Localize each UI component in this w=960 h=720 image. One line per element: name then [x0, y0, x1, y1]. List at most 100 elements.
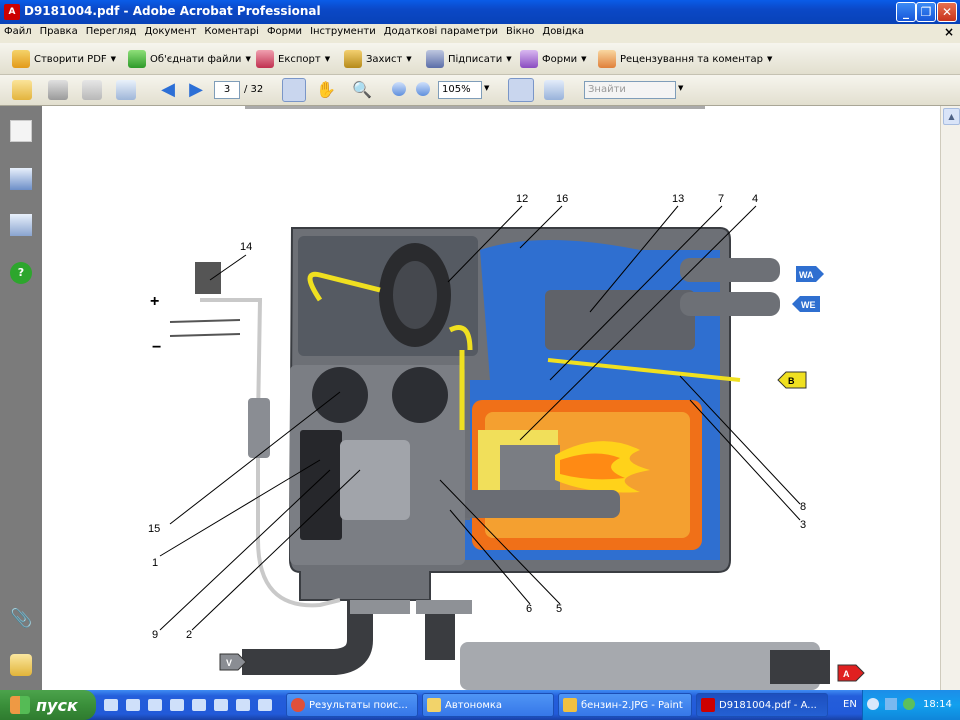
sign-button[interactable]: Підписати ▼: [426, 49, 512, 69]
open-folder-icon[interactable]: [12, 80, 32, 100]
quicklaunch-icon-6[interactable]: [214, 699, 228, 711]
paint-icon: [563, 698, 577, 712]
zoom-dropdown-icon[interactable]: ▼: [484, 84, 489, 92]
secure-button[interactable]: Захист ▼: [344, 49, 412, 69]
fit-width-icon[interactable]: [508, 78, 534, 102]
document-view[interactable]: 12 16 13 7 4 14 15 1 9 2 6 5 8 3 + − WA …: [42, 106, 940, 690]
taskbar: пуск Результаты поис... Автономка бензин…: [0, 690, 960, 720]
system-tray: EN 18:14: [843, 690, 960, 720]
acrobat-app-icon[interactable]: A: [4, 4, 20, 20]
bookmarks-icon[interactable]: [10, 168, 32, 190]
callout-16: 16: [556, 193, 568, 205]
clock[interactable]: 18:14: [923, 699, 952, 710]
comments-icon[interactable]: [10, 654, 32, 676]
tag-b: B: [777, 371, 807, 389]
quicklaunch-icon-4[interactable]: [170, 699, 184, 711]
combine-files-button[interactable]: Об'єднати файли ▼: [128, 49, 251, 69]
taskbar-item-search-results[interactable]: Результаты поис...: [286, 693, 418, 717]
network-icon[interactable]: [885, 698, 897, 710]
intake-hose: [242, 600, 373, 675]
heater-diagram: 12 16 13 7 4 14 15 1 9 2 6 5 8 3 + − WA …: [148, 106, 865, 690]
quicklaunch-icon-8[interactable]: [258, 699, 272, 711]
restore-button[interactable]: ❐: [916, 2, 936, 22]
save-icon[interactable]: [82, 80, 102, 100]
taskbar-item-avtonomka[interactable]: Автономка: [422, 693, 554, 717]
next-page-icon[interactable]: ▶: [186, 80, 206, 100]
combine-icon: [128, 50, 146, 68]
menu-help[interactable]: Довідка: [538, 24, 588, 39]
tag-wa: WA: [796, 266, 824, 282]
fit-page-icon[interactable]: [544, 80, 564, 100]
windows-logo-icon: [10, 696, 30, 714]
callout-3: 3: [800, 519, 806, 531]
water-inlet-pipe: [680, 292, 780, 316]
combustion-air-fan: [312, 367, 368, 423]
opera-icon: [291, 698, 305, 712]
forms-icon: [520, 50, 538, 68]
signatures-icon[interactable]: [10, 214, 32, 236]
title-bar: A D9181004.pdf - Adobe Acrobat Professio…: [0, 0, 960, 24]
lock-icon: [344, 50, 362, 68]
zoom-tool-icon[interactable]: 🔍: [352, 80, 372, 100]
create-pdf-button[interactable]: Створити PDF ▼: [12, 49, 116, 69]
svg-text:A: A: [843, 669, 850, 679]
forms-button[interactable]: Форми ▼: [520, 49, 587, 69]
svg-text:B: B: [788, 376, 795, 386]
menu-comments[interactable]: Коментарі: [200, 24, 263, 39]
tray-expand-icon[interactable]: [867, 698, 879, 710]
quicklaunch-icon-5[interactable]: [192, 699, 206, 711]
document-close-icon[interactable]: ×: [944, 25, 954, 39]
page-number-input[interactable]: 3: [214, 81, 240, 99]
quicklaunch-icon-7[interactable]: [236, 699, 250, 711]
language-indicator[interactable]: EN: [843, 699, 857, 710]
scroll-up-icon[interactable]: ▲: [943, 108, 960, 125]
callout-13: 13: [672, 193, 684, 205]
menu-document[interactable]: Документ: [140, 24, 200, 39]
fuel-pump-body: [340, 440, 410, 520]
acrobat-icon: [701, 698, 715, 712]
create-pdf-icon: [12, 50, 30, 68]
menu-window[interactable]: Вікно: [502, 24, 538, 39]
callout-4: 4: [752, 193, 758, 205]
zoom-level-input[interactable]: 105%: [438, 81, 482, 99]
menu-advanced[interactable]: Додаткові параметри: [380, 24, 502, 39]
attachments-icon[interactable]: 📎: [10, 608, 32, 630]
quicklaunch-icon-2[interactable]: [126, 699, 140, 711]
find-input[interactable]: Знайти: [584, 81, 676, 99]
navigation-toolbar: ◀ ▶ 3 / 32 ✋ 🔍 105% ▼ Знайти ▼: [0, 75, 960, 106]
pages-icon[interactable]: [10, 120, 32, 142]
select-tool-icon[interactable]: [282, 78, 306, 102]
page-total: / 32: [244, 84, 264, 95]
vertical-scrollbar[interactable]: ▲: [940, 106, 960, 690]
zoom-in-icon[interactable]: [416, 82, 430, 96]
menu-tools[interactable]: Інструменти: [306, 24, 380, 39]
security-icon[interactable]: [903, 698, 915, 710]
start-button[interactable]: пуск: [0, 690, 96, 720]
quicklaunch-icon-1[interactable]: [104, 699, 118, 711]
export-button[interactable]: Експорт ▼: [256, 49, 330, 69]
menu-view[interactable]: Перегляд: [82, 24, 141, 39]
email-icon[interactable]: [116, 80, 136, 100]
quicklaunch-icon-3[interactable]: [148, 699, 162, 711]
hand-tool-icon[interactable]: ✋: [316, 80, 336, 100]
find-dropdown-icon[interactable]: ▼: [678, 84, 683, 92]
review-comment-button[interactable]: Рецензування та коментар ▼: [598, 49, 772, 69]
callout-8: 8: [800, 501, 806, 513]
menu-file[interactable]: Файл: [0, 24, 36, 39]
menu-forms[interactable]: Форми: [263, 24, 306, 39]
plus-terminal-label: +: [150, 293, 159, 310]
taskbar-item-acrobat[interactable]: D9181004.pdf - A...: [696, 693, 828, 717]
previous-page-icon[interactable]: ◀: [158, 80, 178, 100]
taskbar-item-paint[interactable]: бензин-2.JPG - Paint: [558, 693, 692, 717]
close-button[interactable]: ✕: [937, 2, 957, 22]
menu-edit[interactable]: Правка: [36, 24, 82, 39]
svg-text:WE: WE: [801, 300, 816, 310]
help-icon[interactable]: ?: [10, 262, 32, 284]
folder-icon: [427, 698, 441, 712]
navigation-sidebar: ? 📎: [0, 106, 42, 690]
callout-1: 1: [152, 557, 158, 569]
water-outlet-pipe: [680, 258, 780, 282]
zoom-out-icon[interactable]: [392, 82, 406, 96]
minimize-button[interactable]: _: [896, 2, 916, 22]
print-icon[interactable]: [48, 80, 68, 100]
